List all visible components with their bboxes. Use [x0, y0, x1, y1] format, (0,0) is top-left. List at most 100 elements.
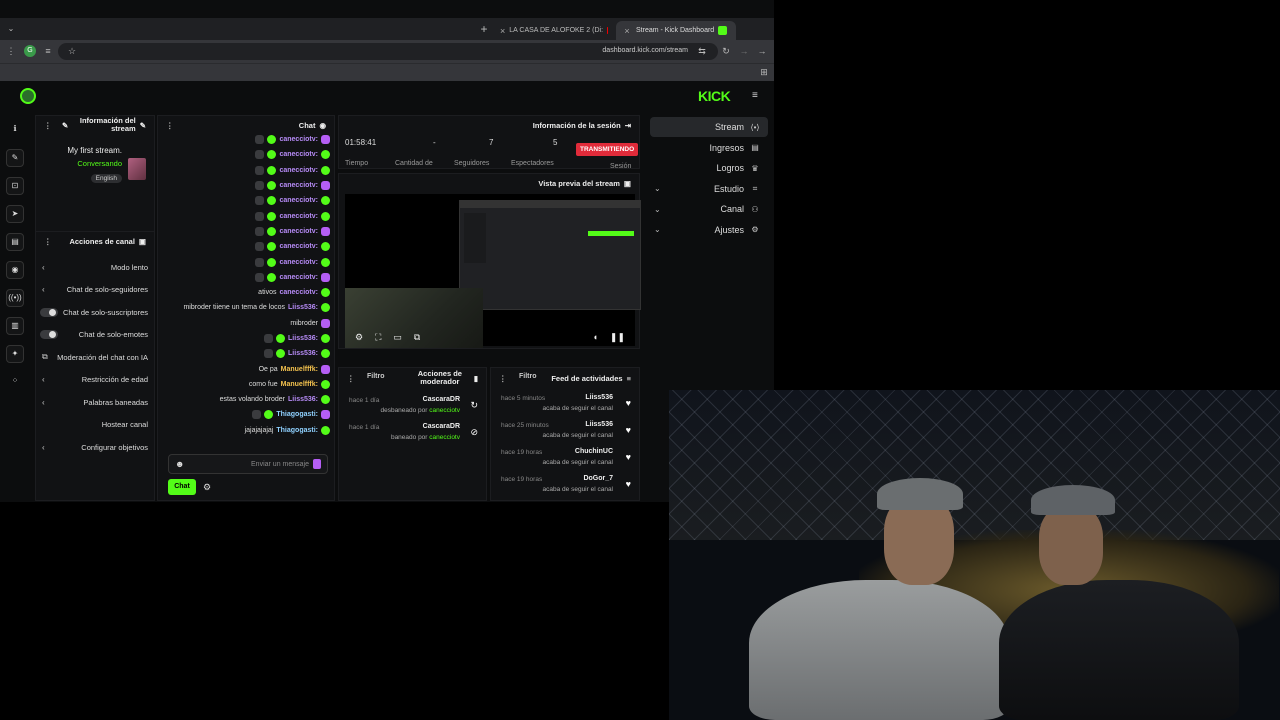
- activity-user[interactable]: Liiss536: [585, 394, 613, 401]
- mod-action-by[interactable]: canecciotv: [429, 434, 460, 441]
- apps-grid-icon[interactable]: ⊞: [758, 66, 770, 78]
- fullscreen-icon[interactable]: ⛶: [375, 332, 381, 343]
- emote-icon: [276, 334, 286, 343]
- forward-icon[interactable]: →: [738, 45, 750, 57]
- action-emotes-only[interactable]: Chat de solo-emotes: [36, 324, 154, 347]
- chat-username[interactable]: canecciotv:: [279, 182, 318, 189]
- chat-username[interactable]: canecciotv:: [279, 243, 318, 250]
- action-banned-words[interactable]: ‹ Palabras baneadas: [36, 391, 154, 414]
- category-thumbnail[interactable]: [128, 158, 146, 180]
- chat-username[interactable]: Liiss536:: [288, 335, 318, 342]
- action-host-channel[interactable]: Hostear canal: [36, 414, 154, 437]
- more-options-icon[interactable]: ⋮: [44, 237, 52, 246]
- chat-username[interactable]: Manuelfffk:: [281, 381, 318, 388]
- chat-username[interactable]: Thiagogasti:: [276, 411, 318, 418]
- panel-icon[interactable]: ▥: [6, 317, 24, 335]
- chat-username[interactable]: Manuelfffk:: [281, 366, 318, 373]
- chat-username[interactable]: Liiss536:: [288, 350, 318, 357]
- more-options-icon[interactable]: ⋮: [499, 374, 507, 383]
- toggle-switch[interactable]: [40, 307, 58, 317]
- action-set-goals[interactable]: ‹ Configurar objetivos: [36, 436, 154, 459]
- hamburger-menu-icon[interactable]: ≡: [752, 90, 758, 101]
- kick-logo[interactable]: KICK: [698, 88, 731, 104]
- action-followers-only[interactable]: ‹ Chat de solo-seguidores: [36, 279, 154, 302]
- close-tab-icon[interactable]: ×: [622, 26, 632, 36]
- chat-username[interactable]: canecciotv:: [279, 151, 318, 158]
- reload-icon[interactable]: ↻: [720, 45, 732, 57]
- chat-username[interactable]: canecciotv:: [279, 197, 318, 204]
- chat-username[interactable]: canecciotv:: [279, 228, 318, 235]
- emoji-icon[interactable]: ☻: [175, 459, 184, 469]
- add-widget-icon[interactable]: ⁘: [6, 373, 24, 391]
- back-icon[interactable]: →: [756, 45, 768, 57]
- tab-search-chevron-icon[interactable]: ⌄: [5, 23, 17, 35]
- chat-input[interactable]: ☻ Enviar un mensaje: [168, 454, 328, 474]
- volume-icon[interactable]: ◖: [592, 332, 597, 342]
- chat-username[interactable]: Liiss536:: [288, 396, 318, 403]
- toggle-switch[interactable]: [40, 330, 58, 340]
- mod-action-user[interactable]: CascaraDR: [423, 423, 460, 430]
- action-slow-mode[interactable]: ‹ Modo lento: [36, 256, 154, 279]
- pause-icon[interactable]: ❚❚: [610, 332, 625, 343]
- chat-username[interactable]: canecciotv:: [279, 259, 318, 266]
- person-left-body: [749, 580, 1009, 720]
- nav-ingresos[interactable]: Ingresos ▤: [650, 138, 768, 158]
- chat-username[interactable]: canecciotv:: [279, 213, 318, 220]
- bookmark-star-icon[interactable]: ☆: [66, 45, 78, 57]
- activity-user[interactable]: ChuchinUC: [575, 448, 613, 455]
- edit-icon[interactable]: ✎: [6, 149, 24, 167]
- action-age-restriction[interactable]: ‹ Restricción de edad: [36, 369, 154, 392]
- action-ai-moderation[interactable]: ⧉ Moderación del chat con IA: [36, 346, 154, 369]
- stream-category[interactable]: Conversando: [67, 159, 122, 168]
- document-icon[interactable]: ▤: [6, 233, 24, 251]
- nav-logros[interactable]: Logros ♛: [650, 158, 768, 178]
- kick-dashboard: KICK ≡ ℹ ✎ ⊡ ➤ ▤ ◉ ((•)) ▥ ✦ ⁘ ⋮ ✎ Infor…: [0, 81, 774, 502]
- theater-mode-icon[interactable]: ▭: [393, 332, 402, 343]
- activity-user[interactable]: DoGor_7: [583, 475, 613, 482]
- nav-estudio[interactable]: ⌄ Estudio ⌗: [650, 179, 768, 199]
- filter-button[interactable]: Filtro: [519, 373, 537, 380]
- chat-username[interactable]: Liiss536:: [288, 304, 318, 311]
- info-icon[interactable]: ℹ: [6, 121, 24, 139]
- tab-kick-dashboard[interactable]: × Stream - Kick Dashboard: [616, 21, 736, 40]
- mic-icon[interactable]: [313, 459, 321, 469]
- address-bar[interactable]: ☆ dashboard.kick.com/stream ⇆: [58, 43, 718, 60]
- action-subscribers-only[interactable]: Chat de solo-suscriptores: [36, 301, 154, 324]
- wrench-icon[interactable]: ✦: [6, 345, 24, 363]
- broadcast-icon[interactable]: ((•)): [6, 289, 24, 307]
- new-tab-button[interactable]: +: [478, 22, 490, 36]
- mod-action-by[interactable]: canecciotv: [429, 407, 460, 414]
- emote-icon: [276, 349, 286, 359]
- profile-avatar[interactable]: G: [24, 45, 36, 57]
- chat-username[interactable]: canecciotv:: [279, 289, 318, 296]
- chat-username[interactable]: Thiagogasti:: [276, 427, 318, 434]
- chat-bubble-icon[interactable]: ◉: [6, 261, 24, 279]
- more-options-icon[interactable]: ⋮: [5, 45, 17, 57]
- stream-preview-video[interactable]: ⚙ ⛶ ▭ ⧉ ◖ ❚❚: [345, 194, 641, 348]
- edit-icon[interactable]: ✎: [62, 121, 68, 130]
- filter-button[interactable]: Filtro: [367, 373, 385, 380]
- activity-user[interactable]: Liiss536: [585, 421, 613, 428]
- more-options-icon[interactable]: ⋮: [347, 374, 355, 383]
- close-tab-icon[interactable]: ×: [500, 26, 505, 36]
- chat-send-button[interactable]: Chat: [168, 479, 196, 495]
- nav-canal[interactable]: ⌄ Canal ⚇: [650, 199, 768, 219]
- more-options-icon[interactable]: ⋮: [44, 121, 52, 130]
- tab-youtube[interactable]: × LA CASA DE ALOFOKE 2 (Di:: [494, 21, 614, 40]
- nav-ajustes[interactable]: ⌄ Ajustes ⚙: [650, 220, 768, 240]
- user-avatar[interactable]: [20, 88, 36, 104]
- chat-username[interactable]: canecciotv:: [279, 167, 318, 174]
- nav-stream[interactable]: Stream ⟨•⟩: [650, 117, 768, 137]
- sidebar-toggle-icon[interactable]: ≡: [42, 45, 54, 57]
- pointer-icon[interactable]: ➤: [6, 205, 24, 223]
- chat-settings-icon[interactable]: ⚙: [203, 482, 211, 493]
- layout-icon[interactable]: ⊡: [6, 177, 24, 195]
- mod-action-user[interactable]: CascaraDR: [423, 396, 460, 403]
- user-badge-icon: [321, 318, 330, 328]
- site-settings-icon[interactable]: ⇆: [696, 45, 708, 57]
- chat-username[interactable]: canecciotv:: [279, 136, 318, 143]
- pip-icon[interactable]: ⧉: [414, 332, 420, 343]
- chat-username[interactable]: canecciotv:: [279, 274, 318, 281]
- more-options-icon[interactable]: ⋮: [166, 121, 174, 130]
- gear-icon[interactable]: ⚙: [355, 332, 363, 343]
